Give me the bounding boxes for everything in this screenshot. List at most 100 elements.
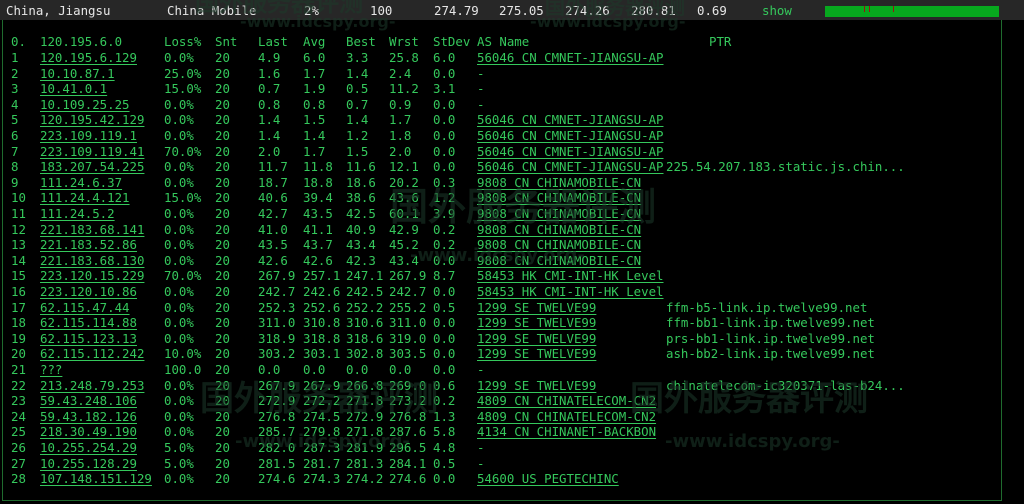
hop-stdev: 1.3	[433, 408, 456, 424]
hop-host[interactable]: 120.195.42.129	[40, 112, 144, 128]
hop-host[interactable]: 218.30.49.190	[40, 424, 137, 440]
hop-last: 311.0	[258, 315, 296, 331]
hop-host[interactable]: 10.41.0.1	[40, 81, 107, 97]
hop-worst: 2.0	[389, 143, 412, 159]
hop-best: 318.6	[346, 330, 384, 346]
hop-best: 302.8	[346, 346, 384, 362]
hop-as-name[interactable]: 1299 SE TWELVE99	[477, 300, 596, 316]
hop-best: 38.6	[346, 190, 376, 206]
hop-host[interactable]: 107.148.151.129	[40, 471, 152, 487]
hop-host[interactable]: 111.24.5.2	[40, 206, 115, 222]
hop-last: 242.7	[258, 284, 296, 299]
hop-as-name[interactable]: 9808 CN CHINAMOBILE-CN	[477, 206, 641, 222]
hop-as-name[interactable]: 58453 HK CMI-INT-HK Level	[477, 284, 664, 300]
hop-host[interactable]: 111.24.6.37	[40, 175, 122, 191]
hop-host[interactable]: 223.109.119.41	[40, 144, 144, 160]
hop-as-name[interactable]: 58453 HK CMI-INT-HK Level	[477, 268, 664, 284]
hop-as-name[interactable]: 1299 SE TWELVE99	[477, 331, 596, 347]
hop-index: 22	[11, 377, 26, 393]
isp-label: China Mobile	[167, 3, 257, 18]
hop-best: 310.6	[346, 315, 384, 331]
hop-as-name[interactable]: 56046 CN CMNET-JIANGSU-AP	[477, 144, 664, 160]
header-best: Best	[346, 34, 376, 49]
hop-host[interactable]: 62.115.47.44	[40, 300, 130, 316]
hop-host[interactable]: 62.115.123.13	[40, 331, 137, 347]
hop-loss: 0.0%	[164, 96, 194, 112]
hop-ptr: ffm-b5-link.ip.twelve99.net	[666, 299, 868, 315]
hop-host[interactable]: 59.43.248.106	[40, 393, 137, 409]
hop-worst: 43.6	[389, 190, 419, 206]
hop-host[interactable]: 183.207.54.225	[40, 159, 144, 175]
hop-loss: 100.0	[164, 362, 202, 377]
hop-sent: 20	[215, 268, 230, 284]
hop-avg: 0.0	[303, 362, 326, 377]
hop-as-name[interactable]: 1299 SE TWELVE99	[477, 346, 596, 362]
hop-index: 18	[11, 315, 26, 331]
hop-stdev: 0.0	[433, 112, 456, 128]
hop-as-name: -	[477, 81, 485, 97]
hop-as-name[interactable]: 4809 CN CHINATELECOM-CN2	[477, 409, 656, 425]
hop-last: 274.6	[258, 471, 296, 487]
hop-host[interactable]: 221.183.68.130	[40, 253, 144, 269]
hop-index: 13	[11, 237, 26, 253]
hop-sent: 20	[215, 65, 230, 81]
hop-avg: 242.6	[303, 284, 341, 299]
hop-as-name[interactable]: 56046 CN CMNET-JIANGSU-AP	[477, 50, 664, 66]
hop-ptr: prs-bb1-link.ip.twelve99.net	[666, 330, 875, 346]
hop-as-name[interactable]: 9808 CN CHINAMOBILE-CN	[477, 175, 641, 191]
hop-host[interactable]: 111.24.4.121	[40, 190, 130, 206]
hop-as-name[interactable]: 1299 SE TWELVE99	[477, 378, 596, 394]
hop-as-name[interactable]: 4134 CN CHINANET-BACKBON	[477, 424, 656, 440]
hop-loss: 0.0%	[164, 112, 194, 128]
hop-best: 43.4	[346, 237, 376, 253]
hop-as-name[interactable]: 56046 CN CMNET-JIANGSU-AP	[477, 128, 664, 144]
hop-best: 42.3	[346, 252, 376, 268]
hop-host[interactable]: 10.10.87.1	[40, 66, 115, 82]
hop-loss: 0.0%	[164, 237, 194, 253]
hop-sent: 20	[215, 252, 230, 268]
hop-host[interactable]: 223.120.10.86	[40, 284, 137, 300]
hop-stdev: 0.0	[433, 346, 456, 362]
show-link[interactable]: show	[762, 3, 792, 19]
hop-best: 281.3	[346, 455, 384, 471]
hop-stdev: 0.5	[433, 299, 456, 315]
hop-avg: 1.4	[303, 128, 326, 143]
hop-ptr: ffm-bb1-link.ip.twelve99.net	[666, 315, 875, 331]
hop-best: 1.2	[346, 128, 369, 143]
hop-as-name[interactable]: 9808 CN CHINAMOBILE-CN	[477, 222, 641, 238]
hop-host[interactable]: 213.248.79.253	[40, 378, 144, 394]
hop-host[interactable]: 62.115.112.242	[40, 346, 144, 362]
hop-host[interactable]: 221.183.68.141	[40, 222, 144, 238]
hop-avg: 281.7	[303, 455, 341, 471]
hop-stdev: 6.0	[433, 50, 456, 65]
hop-host[interactable]: 221.183.52.86	[40, 237, 137, 253]
hop-avg: 0.8	[303, 96, 326, 112]
hop-host[interactable]: 59.43.182.126	[40, 409, 137, 425]
hop-as-name[interactable]: 4809 CN CHINATELECOM-CN2	[477, 393, 656, 409]
hop-avg: 274.5	[303, 408, 341, 424]
hop-host[interactable]: 223.109.119.1	[40, 128, 137, 144]
hop-best: 0.5	[346, 81, 369, 97]
hop-stdev: 0.0	[433, 159, 456, 175]
hop-sent: 20	[215, 128, 230, 143]
hop-as-name[interactable]: 9808 CN CHINAMOBILE-CN	[477, 190, 641, 206]
hop-as-name[interactable]: 1299 SE TWELVE99	[477, 315, 596, 331]
hop-as-name[interactable]: 9808 CN CHINAMOBILE-CN	[477, 253, 641, 269]
hop-as-name[interactable]: 54600 US PEGTECHINC	[477, 471, 619, 487]
hop-avg: 252.6	[303, 299, 341, 315]
hop-as-name[interactable]: 9808 CN CHINAMOBILE-CN	[477, 237, 641, 253]
hop-as-name[interactable]: 56046 CN CMNET-JIANGSU-AP	[477, 112, 664, 128]
hop-host[interactable]: 10.109.25.25	[40, 97, 130, 113]
hop-host[interactable]: 10.255.254.29	[40, 440, 137, 456]
hop-index: 24	[11, 408, 26, 424]
hop-as-name: -	[477, 65, 485, 81]
hop-host[interactable]: 62.115.114.88	[40, 315, 137, 331]
hop-avg: 43.7	[303, 237, 333, 253]
hop-host[interactable]: 223.120.15.229	[40, 268, 144, 284]
hop-loss: 0.0%	[164, 206, 194, 221]
hop-host[interactable]: 10.255.128.29	[40, 456, 137, 472]
hop-avg: 41.1	[303, 221, 333, 237]
hop-host[interactable]: ???	[40, 362, 62, 378]
hop-as-name[interactable]: 56046 CN CMNET-JIANGSU-AP	[477, 159, 664, 175]
hop-host[interactable]: 120.195.6.129	[40, 50, 137, 66]
